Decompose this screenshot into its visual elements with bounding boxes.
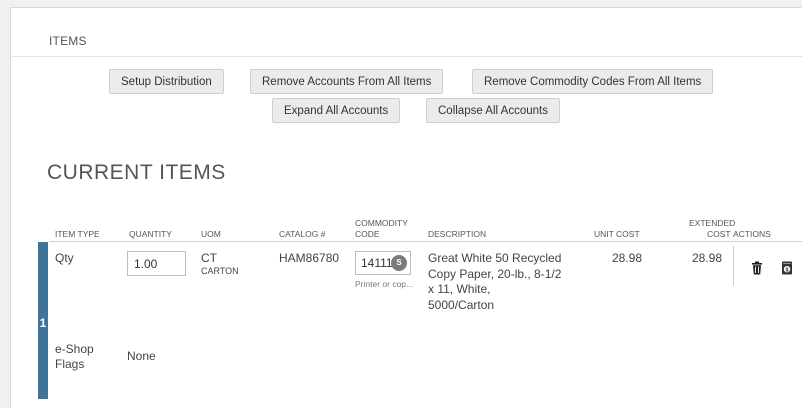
col-commodity-line1: COMMODITY	[355, 218, 408, 228]
unit-cost-value: 28.98	[612, 251, 643, 265]
header-divider	[49, 241, 802, 242]
col-catalog: CATALOG #	[279, 229, 326, 239]
row-actions: $	[733, 246, 802, 286]
catalog-number: HAM86780	[279, 251, 340, 265]
col-uom: UOM	[201, 229, 221, 239]
description-line-4: 5000/Carton	[428, 297, 495, 312]
dollar-document-icon[interactable]: $	[780, 261, 794, 275]
row-number: 1	[39, 316, 47, 330]
quantity-input[interactable]	[127, 251, 186, 276]
trash-icon[interactable]	[750, 261, 764, 275]
col-description: DESCRIPTION	[428, 229, 487, 239]
col-extended-line2: COST	[707, 229, 731, 239]
svg-text:$: $	[785, 267, 788, 273]
remove-accounts-button[interactable]: Remove Accounts From All Items	[250, 69, 444, 94]
remove-commodity-codes-button[interactable]: Remove Commodity Codes From All Items	[472, 69, 714, 94]
col-quantity: QUANTITY	[129, 229, 172, 239]
section-divider	[10, 56, 802, 57]
col-actions: ACTIONS	[733, 229, 771, 239]
uom-code: CT	[201, 251, 217, 265]
eshop-flags-value: None	[127, 349, 156, 363]
commodity-hint: Printer or cop...	[355, 279, 414, 289]
col-unit-cost: UNIT COST	[594, 229, 640, 239]
eshop-label-line2: Flags	[55, 357, 85, 371]
extended-cost-value: 28.98	[692, 251, 723, 265]
uom-name: CARTON	[201, 266, 239, 276]
item-description: Great White 50 Recycled Copy Paper, 20-l…	[428, 251, 561, 313]
col-item-type: ITEM TYPE	[55, 229, 100, 239]
expand-all-accounts-button[interactable]: Expand All Accounts	[272, 98, 401, 123]
col-commodity-line2: CODE	[355, 229, 380, 239]
eshop-label-line1: e-Shop	[55, 342, 94, 356]
description-line-2: Copy Paper, 20-lb., 8-1/2	[428, 266, 562, 281]
current-items-heading: CURRENT ITEMS	[47, 161, 226, 184]
description-line-3: x 11, White,	[428, 282, 491, 296]
collapse-all-accounts-button[interactable]: Collapse All Accounts	[426, 98, 560, 123]
search-badge-icon[interactable]: S	[391, 255, 407, 271]
item-type-value: Qty	[55, 251, 74, 265]
col-extended-line1: EXTENDED	[689, 218, 736, 228]
description-line-1: Great White 50 Recycled	[428, 251, 562, 265]
section-title: ITEMS	[49, 34, 87, 48]
eshop-flags-label: e-Shop Flags	[55, 342, 94, 372]
items-panel: ITEMS	[10, 7, 802, 408]
setup-distribution-button[interactable]: Setup Distribution	[109, 69, 224, 94]
